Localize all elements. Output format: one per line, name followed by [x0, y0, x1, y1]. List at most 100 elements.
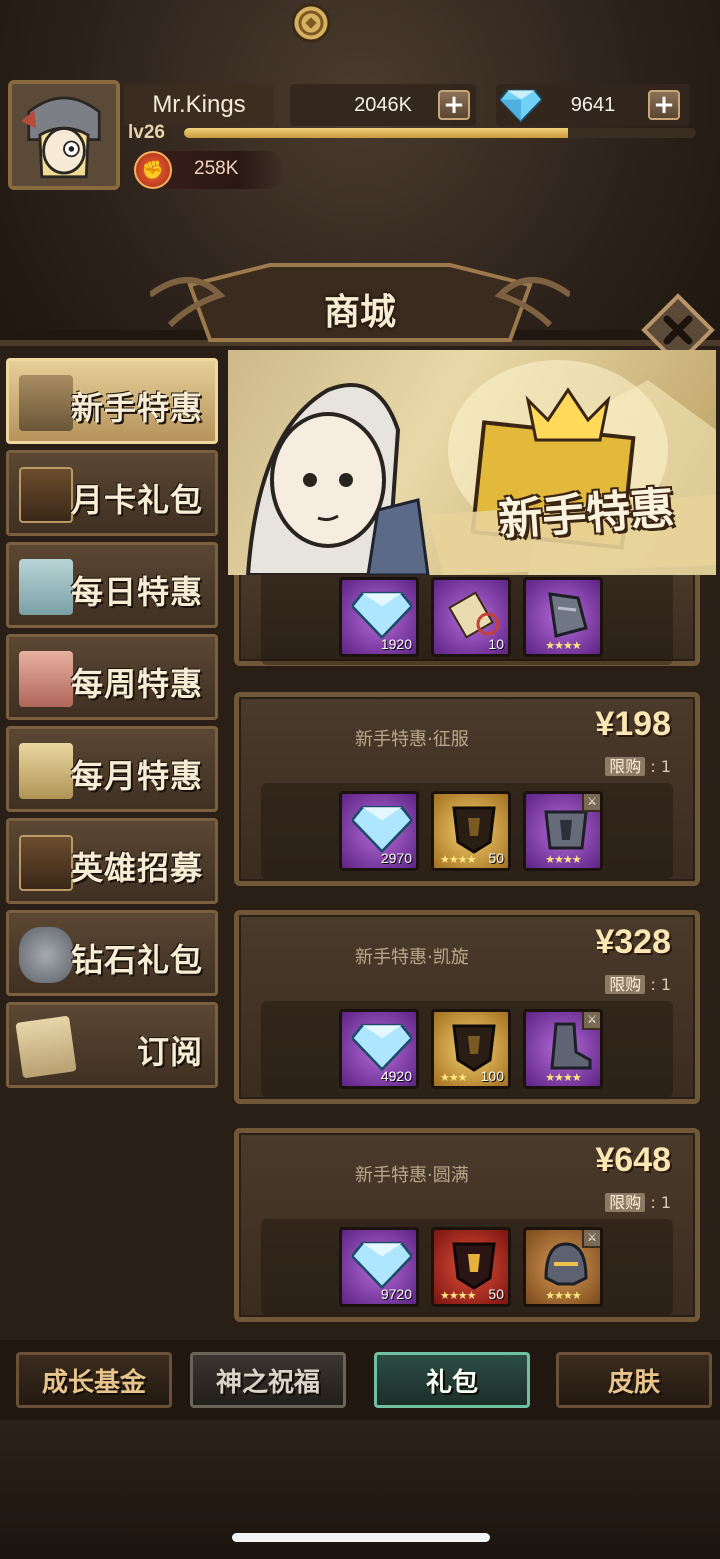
reward-diamond[interactable]: 1920 — [339, 577, 419, 657]
xp-bar-fill — [184, 128, 568, 138]
purchase-limit: 限购 : 1 — [605, 1189, 671, 1213]
reward-boots[interactable]: ⚔ ★★★★ — [523, 1009, 603, 1089]
offer-price-button[interactable]: ¥648 — [595, 1141, 671, 1180]
category-label: 每月特惠 — [70, 757, 203, 795]
gift-box-icon — [19, 559, 73, 615]
category-label: 每日特惠 — [70, 573, 203, 611]
reward-stars: ★★★★ — [545, 639, 581, 652]
offer-items: 1920 10 ★★★★ — [261, 569, 673, 665]
tab-gift-packs[interactable]: 礼包 — [374, 1352, 530, 1408]
home-indicator[interactable] — [232, 1533, 490, 1542]
offer-name: 新手特惠·凯旋 — [355, 947, 469, 968]
reward-diamond[interactable]: 9720 — [339, 1227, 419, 1307]
offer-card: 新手特惠·凯旋 ¥328 限购 : 1 4920 ★★★ 100 ⚔ ★★★★ — [234, 910, 700, 1104]
reward-quantity: 9720 — [380, 1286, 412, 1302]
category-label: 新手特惠 — [70, 389, 203, 427]
reward-helmet[interactable]: ⚔ ★★★★ — [523, 1227, 603, 1307]
equipment-badge-icon: ⚔ — [582, 1012, 600, 1030]
diamond-icon — [352, 1023, 412, 1072]
player-name: Mr.Kings — [124, 84, 274, 126]
equipment-badge-icon: ⚔ — [582, 794, 600, 812]
category-label: 英雄招募 — [70, 849, 203, 887]
banner-art-icon — [245, 360, 716, 575]
limit-label: 限购 — [605, 975, 646, 994]
add-diamond-button[interactable]: + — [648, 90, 680, 120]
limit-label: 限购 — [605, 757, 646, 776]
category-label: 月卡礼包 — [70, 481, 203, 519]
offer-items: 2970 ★★★★ 50 ⚔ ★★★★ — [261, 783, 673, 879]
category-hero-recruit[interactable]: 英雄招募 — [6, 818, 218, 904]
reward-stars: ★★★★ — [440, 853, 476, 866]
reward-stars: ★★★★ — [440, 1289, 476, 1302]
xp-bar — [184, 128, 696, 138]
category-daily-deal[interactable]: 每日特惠 — [6, 542, 218, 628]
diamond-icon — [352, 1241, 412, 1290]
offer-price-button[interactable]: ¥198 — [595, 705, 671, 744]
reward-quantity: 100 — [480, 1068, 504, 1084]
limit-label: 限购 — [605, 1193, 646, 1212]
offer-items: 4920 ★★★ 100 ⚔ ★★★★ — [261, 1001, 673, 1097]
offer-card: 新手特惠·征服 ¥198 限购 : 1 2970 ★★★★ 50 ⚔ ★★★★ — [234, 692, 700, 886]
limit-value: 1 — [660, 1193, 671, 1212]
shop-title: 商城 — [323, 292, 396, 333]
offer-name: 新手特惠·圆满 — [355, 1165, 469, 1186]
diamond-icon — [352, 805, 412, 854]
equipment-badge-icon: ⚔ — [582, 1230, 600, 1248]
reward-stars: ★★★★ — [545, 853, 581, 866]
category-newbie-deal[interactable]: 新手特惠 — [6, 358, 218, 444]
player-level: lv26 — [128, 122, 165, 143]
category-label: 每周特惠 — [70, 665, 203, 703]
tab-growth-fund[interactable]: 成长基金 — [16, 1352, 172, 1408]
reward-gauntlet[interactable]: ★★★★ — [523, 577, 603, 657]
category-monthly-deal[interactable]: 每月特惠 — [6, 726, 218, 812]
reward-diamond[interactable]: 2970 — [339, 791, 419, 871]
category-diamond-pack[interactable]: 钻石礼包 — [6, 910, 218, 996]
hero-card-icon — [19, 835, 73, 891]
category-weekly-deal[interactable]: 每周特惠 — [6, 634, 218, 720]
reward-armor-shard[interactable]: ★★★★ 50 — [431, 791, 511, 871]
limit-value: 1 — [660, 757, 671, 776]
category-label: 订阅 — [136, 1033, 203, 1071]
gift-box-icon — [19, 651, 73, 707]
shop-title-frame: 商城 — [150, 255, 570, 350]
reward-armor-shard[interactable]: ★★★ 100 — [431, 1009, 511, 1089]
diamond-icon — [352, 591, 412, 640]
gold-coin-icon — [291, 3, 331, 43]
banner-title: 新手特惠 — [496, 482, 676, 547]
tab-divine-blessing[interactable]: 神之祝福 — [190, 1352, 346, 1408]
reward-stars: ★★★ — [440, 1071, 468, 1084]
reward-scroll[interactable]: 10 — [431, 577, 511, 657]
hero-portrait-icon — [12, 84, 116, 186]
reward-quantity: 50 — [488, 850, 504, 866]
reward-stars: ★★★★ — [545, 1289, 581, 1302]
card-icon — [19, 467, 73, 523]
offer-card: 新手特惠·圆满 ¥648 限购 : 1 9720 ★★★★ 50 ⚔ ★★★★ — [234, 1128, 700, 1322]
reward-quantity: 4920 — [380, 1068, 412, 1084]
fist-icon: ✊ — [134, 151, 172, 189]
reward-diamond[interactable]: 4920 — [339, 1009, 419, 1089]
scroll-icon — [15, 1015, 77, 1079]
reward-quantity: 50 — [488, 1286, 504, 1302]
diamond-ore-icon — [19, 927, 73, 983]
reward-armor[interactable]: ⚔ ★★★★ — [523, 791, 603, 871]
offer-items: 9720 ★★★★ 50 ⚔ ★★★★ — [261, 1219, 673, 1315]
tab-skins[interactable]: 皮肤 — [556, 1352, 712, 1408]
purchase-limit: 限购 : 1 — [605, 753, 671, 777]
combat-power: ✊ 258K — [134, 151, 284, 189]
reward-quantity: 2970 — [380, 850, 412, 866]
player-avatar[interactable] — [8, 80, 120, 190]
reward-armor-shard[interactable]: ★★★★ 50 — [431, 1227, 511, 1307]
sale-tag-icon — [19, 375, 73, 431]
category-label: 钻石礼包 — [70, 941, 203, 979]
purchase-limit: 限购 : 1 — [605, 971, 671, 995]
add-gold-button[interactable]: + — [438, 90, 470, 120]
diamond-icon — [500, 89, 542, 123]
category-subscription[interactable]: 订阅 — [6, 1002, 218, 1088]
offer-card: 1920 10 ★★★★ — [234, 560, 700, 666]
offer-name: 新手特惠·征服 — [355, 729, 469, 750]
gauntlet-icon — [548, 592, 588, 638]
category-monthly-card[interactable]: 月卡礼包 — [6, 450, 218, 536]
offer-price-button[interactable]: ¥328 — [595, 923, 671, 962]
combat-power-value: 258K — [194, 158, 239, 179]
reward-quantity: 1920 — [380, 636, 412, 652]
